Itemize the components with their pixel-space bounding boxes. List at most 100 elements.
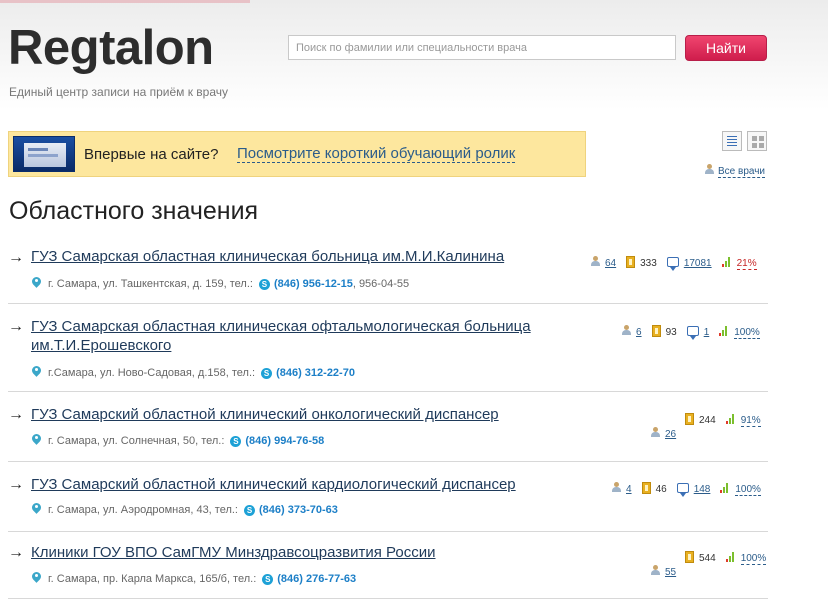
tickets-count: 93 — [665, 327, 677, 338]
phone-link[interactable]: (846) 276-77-63 — [277, 573, 356, 585]
clinic-address: г. Самара, ул. Ташкентская, д. 159, тел.… — [32, 277, 409, 290]
list-item: → ГУЗ Самарский областной клинический ка… — [8, 463, 768, 532]
list-view-icon[interactable] — [722, 131, 742, 151]
doctors-count[interactable]: 64 — [605, 258, 616, 269]
arrow-icon: → — [8, 406, 24, 423]
rating-bars-icon — [725, 551, 736, 562]
phone-link[interactable]: (846) 312-22-70 — [276, 367, 355, 379]
map-pin-icon — [32, 366, 41, 377]
rating-percent[interactable]: 100% — [734, 327, 760, 339]
skype-icon[interactable]: S — [262, 574, 274, 585]
clinic-address: г. Самара, ул. Солнечная, 50, тел.: S (846… — [32, 434, 324, 447]
ticket-icon — [685, 413, 694, 425]
clinic-address: г. Самара, пр. Карла Маркса, 165/б, тел.… — [32, 572, 356, 585]
reviews-count[interactable]: 1 — [704, 327, 710, 338]
grid-view-icon[interactable] — [747, 131, 767, 151]
map-pin-icon — [32, 572, 41, 583]
comment-icon — [686, 326, 699, 340]
clinic-name-link[interactable]: ГУЗ Самарский областной клинический онко… — [31, 405, 499, 425]
clinic-stats: 4 46 148 100% — [611, 482, 761, 497]
tickets-count: 544 — [699, 553, 716, 564]
arrow-icon: → — [8, 476, 24, 493]
address-text: г.Самара, ул. Ново-Садовая, д.158, тел.: — [48, 367, 256, 379]
clinic-stats-top: 244 91% — [685, 413, 761, 427]
address-text: г. Самара, ул. Аэродромная, 43, тел.: — [48, 504, 238, 516]
clinic-name-link[interactable]: Клиники ГОУ ВПО СамГМУ Минздравсоцразвит… — [31, 543, 435, 563]
list-item: → ГУЗ Самарская областная клиническая бо… — [8, 244, 768, 304]
phone-link[interactable]: (846) 994-76-58 — [245, 435, 324, 447]
clinic-stats: 64 333 17081 21% — [590, 256, 757, 271]
top-accent-stripe — [0, 0, 250, 3]
doctors-count[interactable]: 4 — [626, 484, 632, 495]
site-tagline: Единый центр записи на приём к врачу — [9, 85, 229, 99]
video-thumbnail[interactable] — [13, 136, 75, 172]
map-pin-icon — [32, 277, 41, 288]
rating-bars-icon — [721, 256, 732, 267]
section-title: Областного значения — [9, 197, 259, 225]
list-item: → ГУЗ Самарская областная клиническая оф… — [8, 305, 768, 392]
doctors-count[interactable]: 6 — [636, 327, 642, 338]
doctors-count[interactable]: 26 — [665, 429, 676, 440]
skype-icon[interactable]: S — [258, 279, 270, 290]
clinic-stats: 6 93 1 100% — [621, 325, 760, 340]
tickets-count: 244 — [699, 415, 716, 426]
phone-link[interactable]: (846) 373-70-63 — [259, 504, 338, 516]
skype-icon[interactable]: S — [244, 505, 255, 516]
clinic-name-link[interactable]: ГУЗ Самарская областная клиническая офта… — [31, 317, 531, 337]
person-icon — [650, 427, 660, 438]
map-pin-icon — [32, 434, 41, 445]
arrow-icon: → — [8, 318, 24, 335]
search-button[interactable]: Найти — [685, 35, 767, 61]
skype-icon[interactable]: S — [261, 368, 273, 379]
clinic-name-link-line2[interactable]: им.Т.И.Ерошевского — [31, 336, 171, 356]
person-icon — [704, 164, 714, 175]
reviews-count[interactable]: 17081 — [684, 258, 712, 269]
address-text: г. Самара, пр. Карла Маркса, 165/б, тел.… — [48, 573, 257, 585]
clinic-name-link[interactable]: ГУЗ Самарская областная клиническая боль… — [31, 247, 504, 267]
map-pin-icon — [32, 503, 41, 514]
list-item: → Клиники ГОУ ВПО СамГМУ Минздравсоцразв… — [8, 533, 768, 599]
ticket-icon — [651, 325, 661, 337]
clinic-stats-top: 544 100% — [685, 551, 767, 565]
rating-bars-icon — [725, 413, 736, 424]
clinic-address: г.Самара, ул. Ново-Садовая, д.158, тел.:… — [32, 366, 355, 379]
all-doctors-link[interactable]: Все врачи — [704, 164, 766, 178]
rating-bars-icon — [719, 325, 729, 336]
phone-link[interactable]: (846) 956-12-15 — [274, 278, 353, 290]
rating-percent[interactable]: 100% — [740, 553, 767, 565]
rating-bars-icon — [720, 482, 730, 493]
promo-banner: Впервые на сайте? Посмотрите короткий об… — [8, 131, 586, 177]
all-doctors-label[interactable]: Все врачи — [718, 166, 766, 178]
reviews-count[interactable]: 148 — [694, 484, 711, 495]
phone-extra: , 956-04-55 — [352, 278, 410, 290]
ticket-icon — [685, 551, 694, 563]
tickets-count: 46 — [655, 484, 667, 495]
rating-percent[interactable]: 91% — [740, 415, 761, 427]
rating-percent[interactable]: 100% — [735, 484, 761, 496]
doctors-count[interactable]: 55 — [665, 567, 676, 578]
comment-icon — [666, 257, 679, 271]
skype-icon[interactable]: S — [230, 436, 242, 447]
clinic-name-link[interactable]: ГУЗ Самарский областной клинический кард… — [31, 475, 516, 495]
list-item: → ГУЗ Самарский областной клинический он… — [8, 393, 768, 462]
clinic-address: г. Самара, ул. Аэродромная, 43, тел.: S (8… — [32, 503, 338, 516]
arrow-icon: → — [8, 249, 24, 266]
ticket-icon — [641, 482, 651, 494]
arrow-icon: → — [8, 544, 24, 561]
clinic-stats-bottom: 26 — [650, 427, 676, 440]
person-icon — [590, 256, 600, 267]
person-icon — [621, 325, 631, 336]
promo-question: Впервые на сайте? — [84, 146, 219, 163]
site-logo[interactable]: Regtalon — [8, 24, 214, 73]
comment-icon — [676, 483, 689, 497]
person-icon — [611, 482, 621, 493]
promo-video-link[interactable]: Посмотрите короткий обучающий ролик — [237, 146, 516, 163]
search-input[interactable] — [288, 35, 676, 60]
person-icon — [650, 565, 660, 576]
clinic-stats-bottom: 55 — [650, 565, 676, 578]
ticket-icon — [626, 256, 636, 268]
address-text: г. Самара, ул. Солнечная, 50, тел.: — [48, 435, 225, 447]
tickets-count: 333 — [640, 258, 657, 269]
address-text: г. Самара, ул. Ташкентская, д. 159, тел.… — [48, 278, 253, 290]
rating-percent[interactable]: 21% — [736, 258, 757, 270]
